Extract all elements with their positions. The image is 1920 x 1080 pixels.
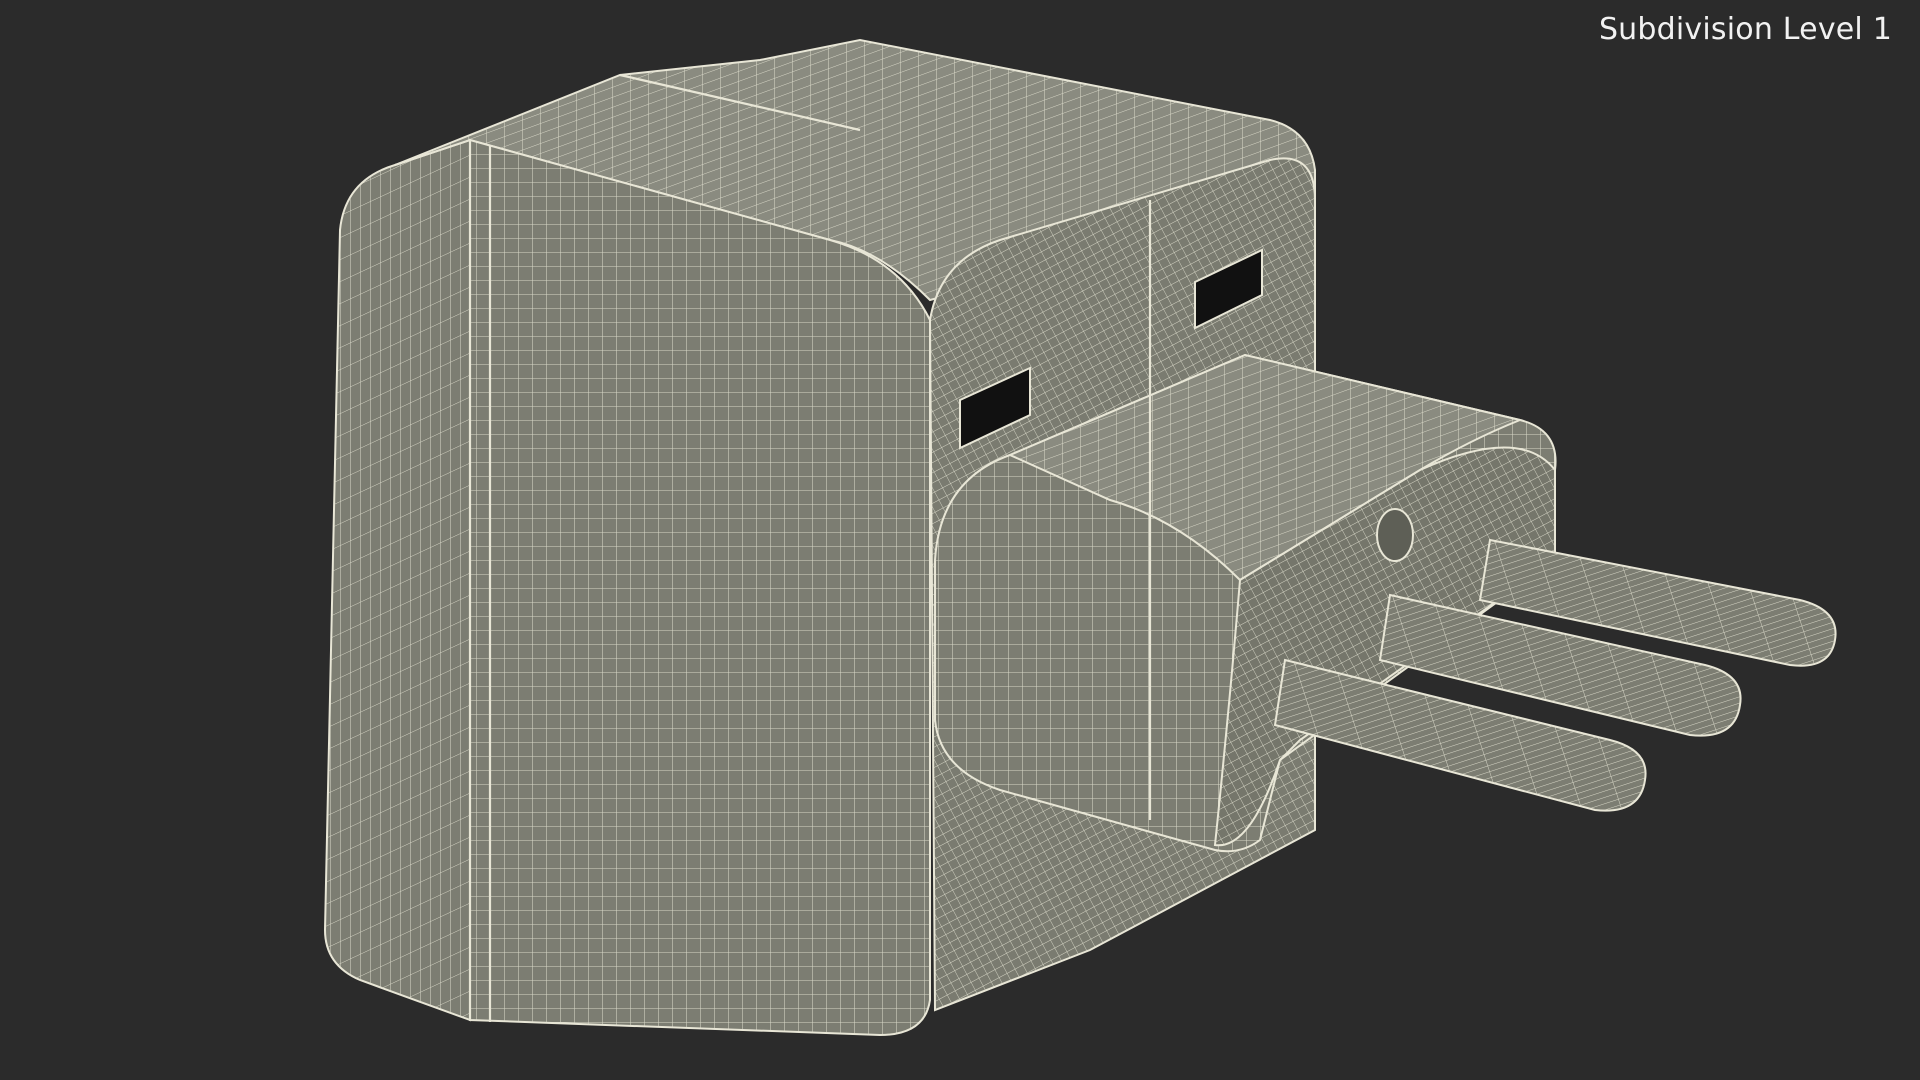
wireframe-render xyxy=(323,38,1837,1037)
subdivision-level-label: Subdivision Level 1 xyxy=(1598,12,1892,47)
viewport[interactable]: Subdivision Level 1 xyxy=(0,0,1920,1080)
body-left-face xyxy=(323,138,471,1022)
plug-screw-hole xyxy=(1376,508,1414,562)
body-front-face xyxy=(469,138,931,1037)
